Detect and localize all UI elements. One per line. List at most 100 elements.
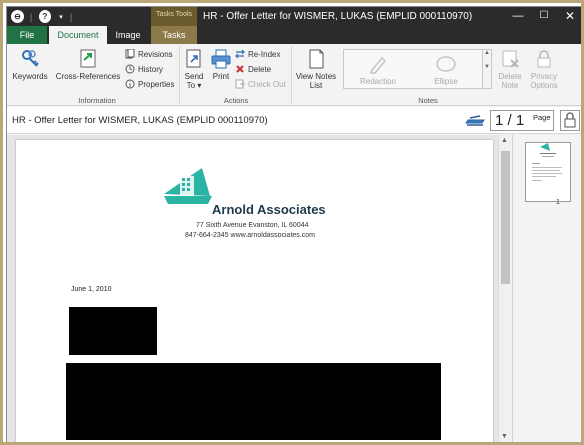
company-logo bbox=[164, 168, 212, 204]
reindex-button[interactable]: Re-Index bbox=[235, 48, 280, 60]
reindex-label: Re-Index bbox=[248, 49, 281, 59]
delete-button[interactable]: Delete bbox=[235, 63, 271, 75]
gallery-up-icon[interactable]: ▲ bbox=[483, 50, 491, 56]
gallery-scroll[interactable]: ▲ ▼ bbox=[482, 49, 492, 89]
page-label: Page bbox=[533, 113, 551, 122]
delete-note-icon bbox=[502, 50, 519, 68]
gallery-down-icon[interactable]: ▼ bbox=[483, 64, 491, 70]
app-frame: ⊖ | ? ▾ | Tasks Tools HR - Offer Letter … bbox=[0, 0, 584, 445]
page-thumbnail[interactable]: 1 bbox=[525, 142, 571, 206]
print-label: Print bbox=[212, 72, 230, 81]
send-to-icon bbox=[186, 49, 201, 68]
keywords-label: Keywords bbox=[12, 72, 48, 81]
ellipse-note-button[interactable]: Ellipse bbox=[426, 53, 466, 86]
history-button[interactable]: History bbox=[125, 63, 163, 75]
delete-note-button[interactable]: Delete Note bbox=[496, 48, 524, 90]
keys-icon bbox=[22, 50, 39, 67]
lock-button[interactable] bbox=[560, 110, 580, 131]
help-icon[interactable]: ? bbox=[39, 10, 51, 23]
view-notes-list-button[interactable]: View Notes List bbox=[294, 48, 338, 90]
delete-note-label-1: Delete bbox=[498, 72, 522, 81]
quick-access-separator: | bbox=[29, 11, 33, 22]
scroll-down-icon[interactable]: ▼ bbox=[501, 433, 508, 440]
close-button[interactable]: ✕ bbox=[559, 8, 581, 24]
ribbon-separator bbox=[291, 46, 292, 104]
send-to-label-2: To ▾ bbox=[186, 81, 202, 90]
check-out-label: Check Out bbox=[248, 79, 286, 89]
redaction-note-button[interactable]: Redaction bbox=[354, 53, 402, 86]
thumbnail-page-number: 1 bbox=[556, 199, 560, 206]
letter-date: June 1, 2010 bbox=[71, 286, 112, 293]
thumbnail-preview bbox=[532, 143, 562, 181]
pencil-icon bbox=[369, 56, 387, 74]
tab-file[interactable]: File bbox=[7, 26, 47, 44]
properties-label: Properties bbox=[138, 79, 175, 89]
company-name: Arnold Associates bbox=[212, 202, 326, 217]
redaction-block bbox=[69, 307, 157, 355]
notes-gallery: Redaction Ellipse bbox=[343, 49, 491, 89]
group-label-actions: Actions bbox=[223, 96, 249, 105]
privacy-lock-icon bbox=[537, 50, 551, 68]
tab-tasks[interactable]: Tasks bbox=[151, 26, 197, 44]
title-bar: ⊖ | ? ▾ | Tasks Tools HR - Offer Letter … bbox=[7, 7, 581, 26]
page-number: 1 / 1 bbox=[495, 112, 525, 129]
document-viewer[interactable]: Arnold Associates 77 Sixth Avenue Evanst… bbox=[7, 135, 511, 442]
properties-button[interactable]: Properties bbox=[125, 78, 174, 90]
document-header: HR - Offer Letter for WISMER, LUKAS (EMP… bbox=[7, 107, 581, 134]
quick-access-dropdown-icon[interactable]: ▾ bbox=[57, 10, 65, 23]
ellipse-icon bbox=[436, 56, 456, 72]
cross-references-label: Cross-References bbox=[55, 72, 121, 81]
cross-references-button[interactable]: Cross-References bbox=[55, 48, 121, 81]
scroll-up-icon[interactable]: ▲ bbox=[501, 137, 508, 144]
revisions-button[interactable]: Revisions bbox=[125, 48, 173, 60]
info-icon bbox=[125, 79, 135, 89]
revisions-label: Revisions bbox=[138, 49, 173, 59]
company-address: 77 Sixth Avenue Evanston, IL 60044 bbox=[196, 222, 309, 229]
privacy-options-button[interactable]: Privacy Options bbox=[527, 48, 561, 90]
revisions-icon bbox=[125, 49, 135, 59]
keywords-button[interactable]: Keywords bbox=[11, 48, 49, 81]
page-indicator[interactable]: 1 / 1 Page bbox=[490, 110, 554, 131]
thumbnail-panel: 1 bbox=[512, 135, 581, 442]
context-tab-group-label: Tasks Tools bbox=[151, 7, 197, 26]
vertical-scrollbar[interactable]: ▲ ▼ bbox=[498, 135, 511, 442]
ribbon: Keywords Cross-References Revisions Hist… bbox=[7, 44, 581, 106]
check-out-icon bbox=[235, 79, 245, 89]
tab-document[interactable]: Document bbox=[49, 26, 107, 44]
quick-access-separator: | bbox=[69, 11, 73, 22]
scroll-thumb[interactable] bbox=[501, 151, 510, 284]
app-window: ⊖ | ? ▾ | Tasks Tools HR - Offer Letter … bbox=[6, 6, 581, 442]
notes-page-icon bbox=[309, 49, 324, 69]
delete-label: Delete bbox=[248, 64, 272, 74]
minimize-button[interactable]: — bbox=[507, 8, 529, 24]
tab-image[interactable]: Image bbox=[107, 26, 149, 44]
ribbon-tabs: File Document Image Tasks bbox=[7, 26, 581, 44]
printer-icon bbox=[211, 49, 231, 69]
privacy-label-2: Options bbox=[530, 81, 558, 90]
ellipse-label: Ellipse bbox=[434, 77, 458, 86]
redaction-label: Redaction bbox=[359, 77, 397, 86]
send-to-button[interactable]: Send To ▾ bbox=[183, 48, 205, 90]
history-label: History bbox=[138, 64, 163, 74]
app-logo-icon[interactable]: ⊖ bbox=[11, 10, 24, 23]
delete-x-icon bbox=[236, 65, 244, 73]
staple-icon[interactable] bbox=[464, 112, 486, 128]
delete-note-label-2: Note bbox=[501, 81, 519, 90]
ribbon-separator bbox=[179, 46, 180, 104]
group-label-information: Information bbox=[78, 96, 116, 105]
group-label-notes: Notes bbox=[418, 96, 438, 105]
window-title: HR - Offer Letter for WISMER, LUKAS (EMP… bbox=[203, 11, 473, 22]
document-title: HR - Offer Letter for WISMER, LUKAS (EMP… bbox=[12, 115, 268, 126]
reindex-icon bbox=[235, 49, 245, 59]
privacy-label-1: Privacy bbox=[530, 72, 558, 81]
view-notes-label-2: List bbox=[309, 81, 323, 90]
padlock-icon bbox=[564, 112, 576, 128]
maximize-button[interactable]: ☐ bbox=[533, 8, 555, 24]
document-page: Arnold Associates 77 Sixth Avenue Evanst… bbox=[16, 140, 493, 442]
check-out-button[interactable]: Check Out bbox=[235, 78, 286, 90]
company-contact: 847-664-2345 www.arnoldassociates.com bbox=[185, 232, 315, 239]
send-to-label-1: Send bbox=[184, 72, 204, 81]
redaction-block bbox=[66, 363, 441, 440]
view-notes-label-1: View Notes bbox=[295, 72, 337, 81]
print-button[interactable]: Print bbox=[209, 48, 233, 81]
